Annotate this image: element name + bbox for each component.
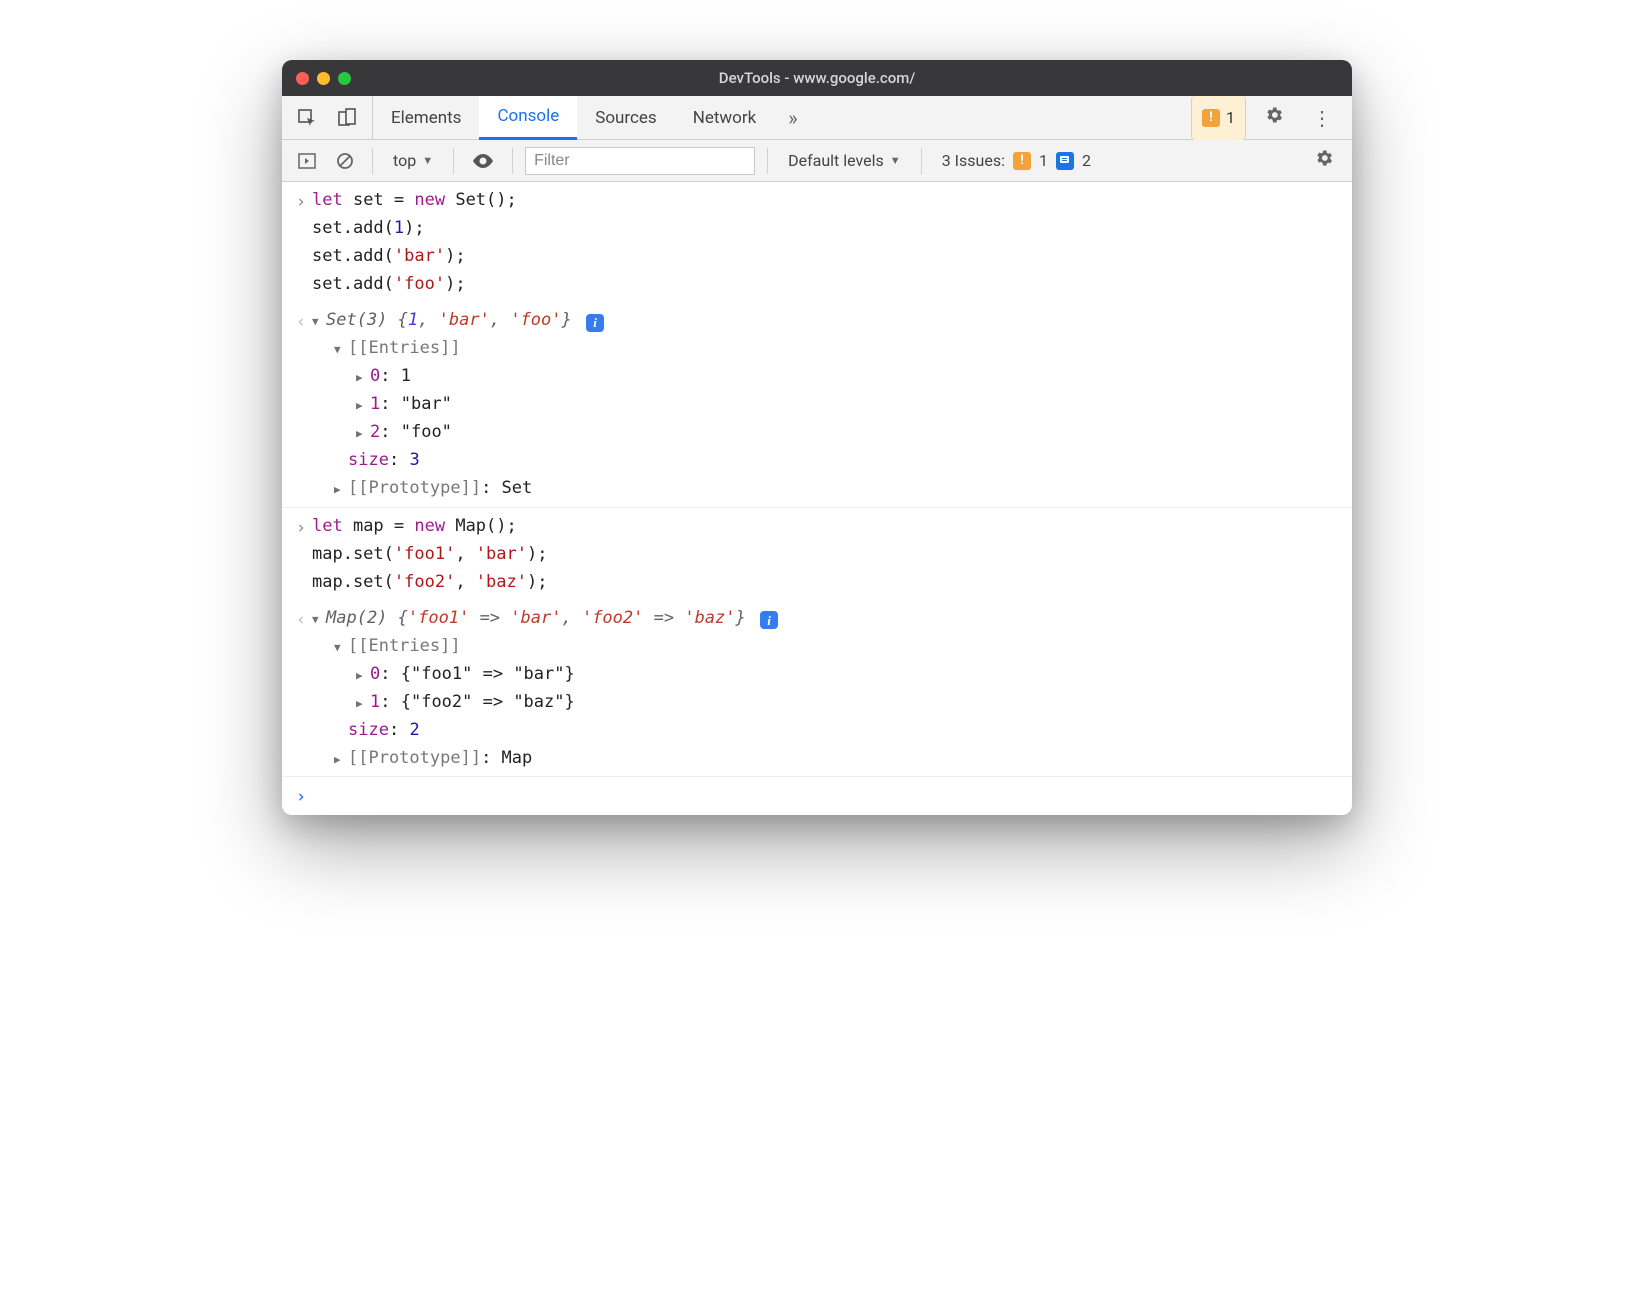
output-indicator-icon: ‹ xyxy=(290,604,312,634)
warnings-count: 1 xyxy=(1226,108,1235,127)
entry-key: 0 xyxy=(370,366,380,386)
prototype-value: Map xyxy=(502,748,533,768)
context-selector[interactable]: top ▼ xyxy=(385,149,441,172)
entry-value: {"foo2" => "baz"} xyxy=(401,692,575,712)
prototype-key: [[Prototype]] xyxy=(348,748,481,768)
levels-label: Default levels xyxy=(788,151,884,170)
issues-counter[interactable]: 3 Issues: ! 1 2 xyxy=(934,149,1099,172)
divider xyxy=(512,148,513,174)
inspect-icon[interactable] xyxy=(296,107,318,129)
divider xyxy=(453,148,454,174)
expand-toggle-icon[interactable] xyxy=(334,334,348,362)
entry-key: 1 xyxy=(370,692,380,712)
info-icon xyxy=(1056,152,1074,170)
prompt-icon: › xyxy=(290,781,312,811)
size-value: 3 xyxy=(409,450,419,470)
device-toggle-icon[interactable] xyxy=(336,107,358,129)
size-key: size xyxy=(348,450,389,470)
titlebar: DevTools - www.google.com/ xyxy=(282,60,1352,96)
size-key: size xyxy=(348,720,389,740)
entry-key: 2 xyxy=(370,422,380,442)
tab-sources[interactable]: Sources xyxy=(577,96,674,140)
expand-toggle-icon[interactable] xyxy=(356,688,370,716)
more-tabs-icon[interactable]: » xyxy=(774,96,811,140)
minimize-icon[interactable] xyxy=(317,72,330,85)
expand-toggle-icon[interactable] xyxy=(334,632,348,660)
log-levels-selector[interactable]: Default levels ▼ xyxy=(780,149,909,172)
output-indicator-icon: ‹ xyxy=(290,306,312,336)
tab-network[interactable]: Network xyxy=(675,96,775,140)
object-tree: Set(3) {1, 'bar', 'foo'} i [[Entries]] 0… xyxy=(312,306,1342,502)
tab-list: Elements Console Sources Network » xyxy=(372,96,812,140)
more-menu-icon[interactable]: ⋮ xyxy=(1302,106,1342,130)
entries-label: [[Entries]] xyxy=(348,338,461,358)
code-block: let map = new Map(); map.set('foo1', 'ba… xyxy=(312,512,1342,596)
info-icon[interactable]: i xyxy=(586,314,604,332)
issues-info-count: 2 xyxy=(1082,151,1091,170)
console-settings-icon[interactable] xyxy=(1306,148,1342,173)
expand-toggle-icon[interactable] xyxy=(356,418,370,446)
traffic-lights xyxy=(296,72,351,85)
object-tree: Map(2) {'foo1' => 'bar', 'foo2' => 'baz'… xyxy=(312,604,1342,772)
entry-value: 1 xyxy=(401,366,411,386)
divider xyxy=(372,148,373,174)
console-input-row[interactable]: › let set = new Set(); set.add(1); set.a… xyxy=(282,182,1352,302)
console-toolbar: top ▼ Default levels ▼ 3 Issues: ! 1 2 xyxy=(282,140,1352,182)
expand-toggle-icon[interactable] xyxy=(312,306,326,334)
sidebar-toggle-icon[interactable] xyxy=(292,148,322,174)
info-icon[interactable]: i xyxy=(760,611,778,629)
window-title: DevTools - www.google.com/ xyxy=(282,69,1352,87)
settings-icon[interactable] xyxy=(1256,105,1292,130)
expand-toggle-icon[interactable] xyxy=(356,660,370,688)
expand-toggle-icon[interactable] xyxy=(356,390,370,418)
prototype-key: [[Prototype]] xyxy=(348,478,481,498)
console-prompt-row[interactable]: › xyxy=(282,777,1352,815)
divider xyxy=(921,148,922,174)
console-output: › let set = new Set(); set.add(1); set.a… xyxy=(282,182,1352,815)
console-output-row[interactable]: ‹ Set(3) {1, 'bar', 'foo'} i [[Entries]]… xyxy=(282,302,1352,507)
clear-console-icon[interactable] xyxy=(330,148,360,174)
expand-toggle-icon[interactable] xyxy=(334,744,348,772)
entry-value: {"foo1" => "bar"} xyxy=(401,664,575,684)
tab-console[interactable]: Console xyxy=(479,96,577,140)
warning-icon: ! xyxy=(1013,152,1031,170)
issues-warn-count: 1 xyxy=(1039,151,1048,170)
expand-toggle-icon[interactable] xyxy=(312,604,326,632)
entry-value: "foo" xyxy=(401,422,452,442)
warnings-badge[interactable]: ! 1 xyxy=(1191,96,1246,140)
size-value: 2 xyxy=(409,720,419,740)
live-expression-icon[interactable] xyxy=(466,149,500,173)
tab-elements[interactable]: Elements xyxy=(373,96,479,140)
entry-key: 0 xyxy=(370,664,380,684)
expand-toggle-icon[interactable] xyxy=(334,474,348,502)
input-prompt-icon: › xyxy=(290,186,312,216)
chevron-down-icon: ▼ xyxy=(422,154,433,167)
console-input-row[interactable]: › let map = new Map(); map.set('foo1', '… xyxy=(282,508,1352,600)
context-label: top xyxy=(393,151,416,170)
entries-label: [[Entries]] xyxy=(348,636,461,656)
expand-toggle-icon[interactable] xyxy=(356,362,370,390)
prompt-input[interactable] xyxy=(312,781,1342,809)
entry-value: "bar" xyxy=(401,394,452,414)
zoom-icon[interactable] xyxy=(338,72,351,85)
warning-icon: ! xyxy=(1202,109,1220,127)
prototype-value: Set xyxy=(502,478,533,498)
entry-key: 1 xyxy=(370,394,380,414)
code-block: let set = new Set(); set.add(1); set.add… xyxy=(312,186,1342,298)
issues-label: 3 Issues: xyxy=(942,151,1005,170)
filter-input[interactable] xyxy=(525,147,755,175)
devtools-window: DevTools - www.google.com/ Elements Cons… xyxy=(282,60,1352,815)
divider xyxy=(767,148,768,174)
console-output-row[interactable]: ‹ Map(2) {'foo1' => 'bar', 'foo2' => 'ba… xyxy=(282,600,1352,777)
main-tabbar: Elements Console Sources Network » ! 1 ⋮ xyxy=(282,96,1352,140)
close-icon[interactable] xyxy=(296,72,309,85)
chevron-down-icon: ▼ xyxy=(890,154,901,167)
input-prompt-icon: › xyxy=(290,512,312,542)
